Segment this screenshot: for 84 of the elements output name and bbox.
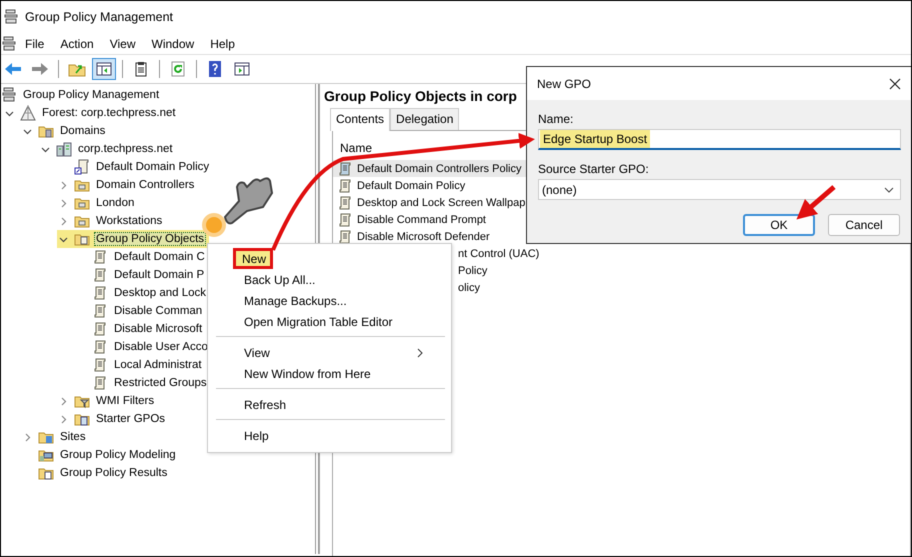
dialog-button[interactable]: Cancel xyxy=(828,214,900,236)
scroll-icon xyxy=(92,267,108,283)
console-icon xyxy=(1,36,17,52)
menu-item[interactable]: Open Migration Table Editor xyxy=(233,311,433,332)
tree-item[interactable]: Restricted Groups xyxy=(112,376,209,390)
column-header[interactable]: Name xyxy=(340,141,372,155)
scroll-icon xyxy=(337,178,353,194)
field-label: Name: xyxy=(538,112,574,126)
scroll-icon xyxy=(92,285,108,301)
back-icon xyxy=(4,60,22,78)
pane-title: Group Policy Objects in corp xyxy=(324,88,518,104)
tree-item[interactable]: Default Domain P xyxy=(112,268,206,282)
dialog-title: New GPO xyxy=(537,76,592,90)
menu-item[interactable]: Manage Backups... xyxy=(233,290,433,311)
list-item[interactable]: nt Control (UAC) xyxy=(458,248,540,260)
tree-item[interactable]: Starter GPOs xyxy=(94,412,168,426)
tree-item[interactable]: Domain Controllers xyxy=(94,178,196,192)
tree-item[interactable]: Group Policy Results xyxy=(58,466,170,480)
menu-item[interactable]: Refresh xyxy=(233,394,433,415)
tab[interactable]: Delegation xyxy=(390,108,460,130)
console-icon xyxy=(1,87,17,103)
server-icon xyxy=(56,141,72,157)
triangle-icon xyxy=(20,105,36,121)
close-icon[interactable] xyxy=(889,78,901,90)
tree-item[interactable]: Sites xyxy=(58,430,88,444)
caret-icon xyxy=(884,186,894,192)
scroll-icon xyxy=(92,303,108,319)
tree-item[interactable]: Default Domain C xyxy=(112,250,207,264)
console-icon xyxy=(3,9,19,25)
menu-item[interactable]: Help xyxy=(202,36,243,50)
scroll-icon xyxy=(337,228,353,244)
scroll-icon xyxy=(92,375,108,391)
scroll-icon xyxy=(92,339,108,355)
menu-item[interactable]: New Window from Here xyxy=(233,363,433,384)
list-item[interactable]: Disable Microsoft Defender xyxy=(357,230,490,242)
tree-item[interactable]: Group Policy Management xyxy=(21,88,162,102)
tap-gesture-icon xyxy=(202,177,273,237)
menu-item[interactable]: Help xyxy=(233,425,433,446)
tree-item[interactable]: Disable Comman xyxy=(112,304,204,318)
scroll-icon xyxy=(92,321,108,337)
scroll-icon xyxy=(337,160,353,176)
tab[interactable]: Contents xyxy=(330,108,390,131)
menu-item[interactable]: Window xyxy=(144,36,202,50)
tree-item[interactable]: Default Domain Policy xyxy=(94,160,212,174)
scroll-icon xyxy=(92,357,108,373)
tree-item[interactable]: Group Policy Modeling xyxy=(58,448,178,462)
tree-pane-icon xyxy=(95,60,113,78)
dropdown[interactable]: (none) xyxy=(538,179,901,200)
list-item[interactable]: Desktop and Lock Screen Wallpap xyxy=(357,196,526,208)
annotation-arrow xyxy=(796,185,836,220)
tree-item[interactable]: Workstations xyxy=(94,214,164,228)
help-icon xyxy=(206,60,224,78)
input-field[interactable]: Edge Startup Boost xyxy=(538,129,901,150)
tree-item[interactable]: Desktop and Lock xyxy=(112,286,208,300)
window-title: Group Policy Management xyxy=(25,10,173,24)
menu-item[interactable]: Back Up All... xyxy=(233,269,433,290)
action-pane-icon xyxy=(233,60,251,78)
tree-item[interactable]: Forest: corp.techpress.net xyxy=(40,106,178,120)
list-item[interactable]: olicy xyxy=(458,282,480,294)
refresh-icon xyxy=(169,60,187,78)
list-item[interactable]: Policy xyxy=(458,264,488,276)
menu-item[interactable]: View xyxy=(102,36,144,50)
menu-item[interactable]: File xyxy=(17,36,52,50)
tree-item[interactable]: WMI Filters xyxy=(94,394,156,408)
tree-item[interactable]: Domains xyxy=(58,124,108,138)
tree-item[interactable]: London xyxy=(94,196,136,210)
menu-item[interactable]: View xyxy=(233,342,433,363)
forward-icon xyxy=(31,60,49,78)
menu-item[interactable]: New xyxy=(233,248,273,269)
scroll-icon xyxy=(92,249,108,265)
dialog-button[interactable]: OK xyxy=(743,214,815,236)
toolbar-button[interactable] xyxy=(92,58,116,80)
scroll-icon xyxy=(337,194,353,210)
scroll-icon xyxy=(74,159,90,175)
scroll-icon xyxy=(337,212,353,228)
tree-item[interactable]: Group Policy Objects xyxy=(94,232,206,246)
tree-item[interactable]: Disable Microsoft xyxy=(112,322,204,336)
list-item[interactable]: Disable Command Prompt xyxy=(357,214,486,226)
tree-item[interactable]: Disable User Acco xyxy=(112,340,210,354)
list-item[interactable]: Default Domain Policy xyxy=(357,180,466,192)
menu-item[interactable]: Action xyxy=(52,36,102,50)
field-label: Source Starter GPO: xyxy=(538,162,650,176)
tree-item[interactable]: corp.techpress.net xyxy=(76,142,175,156)
tree-item[interactable]: Local Administrat xyxy=(112,358,204,372)
